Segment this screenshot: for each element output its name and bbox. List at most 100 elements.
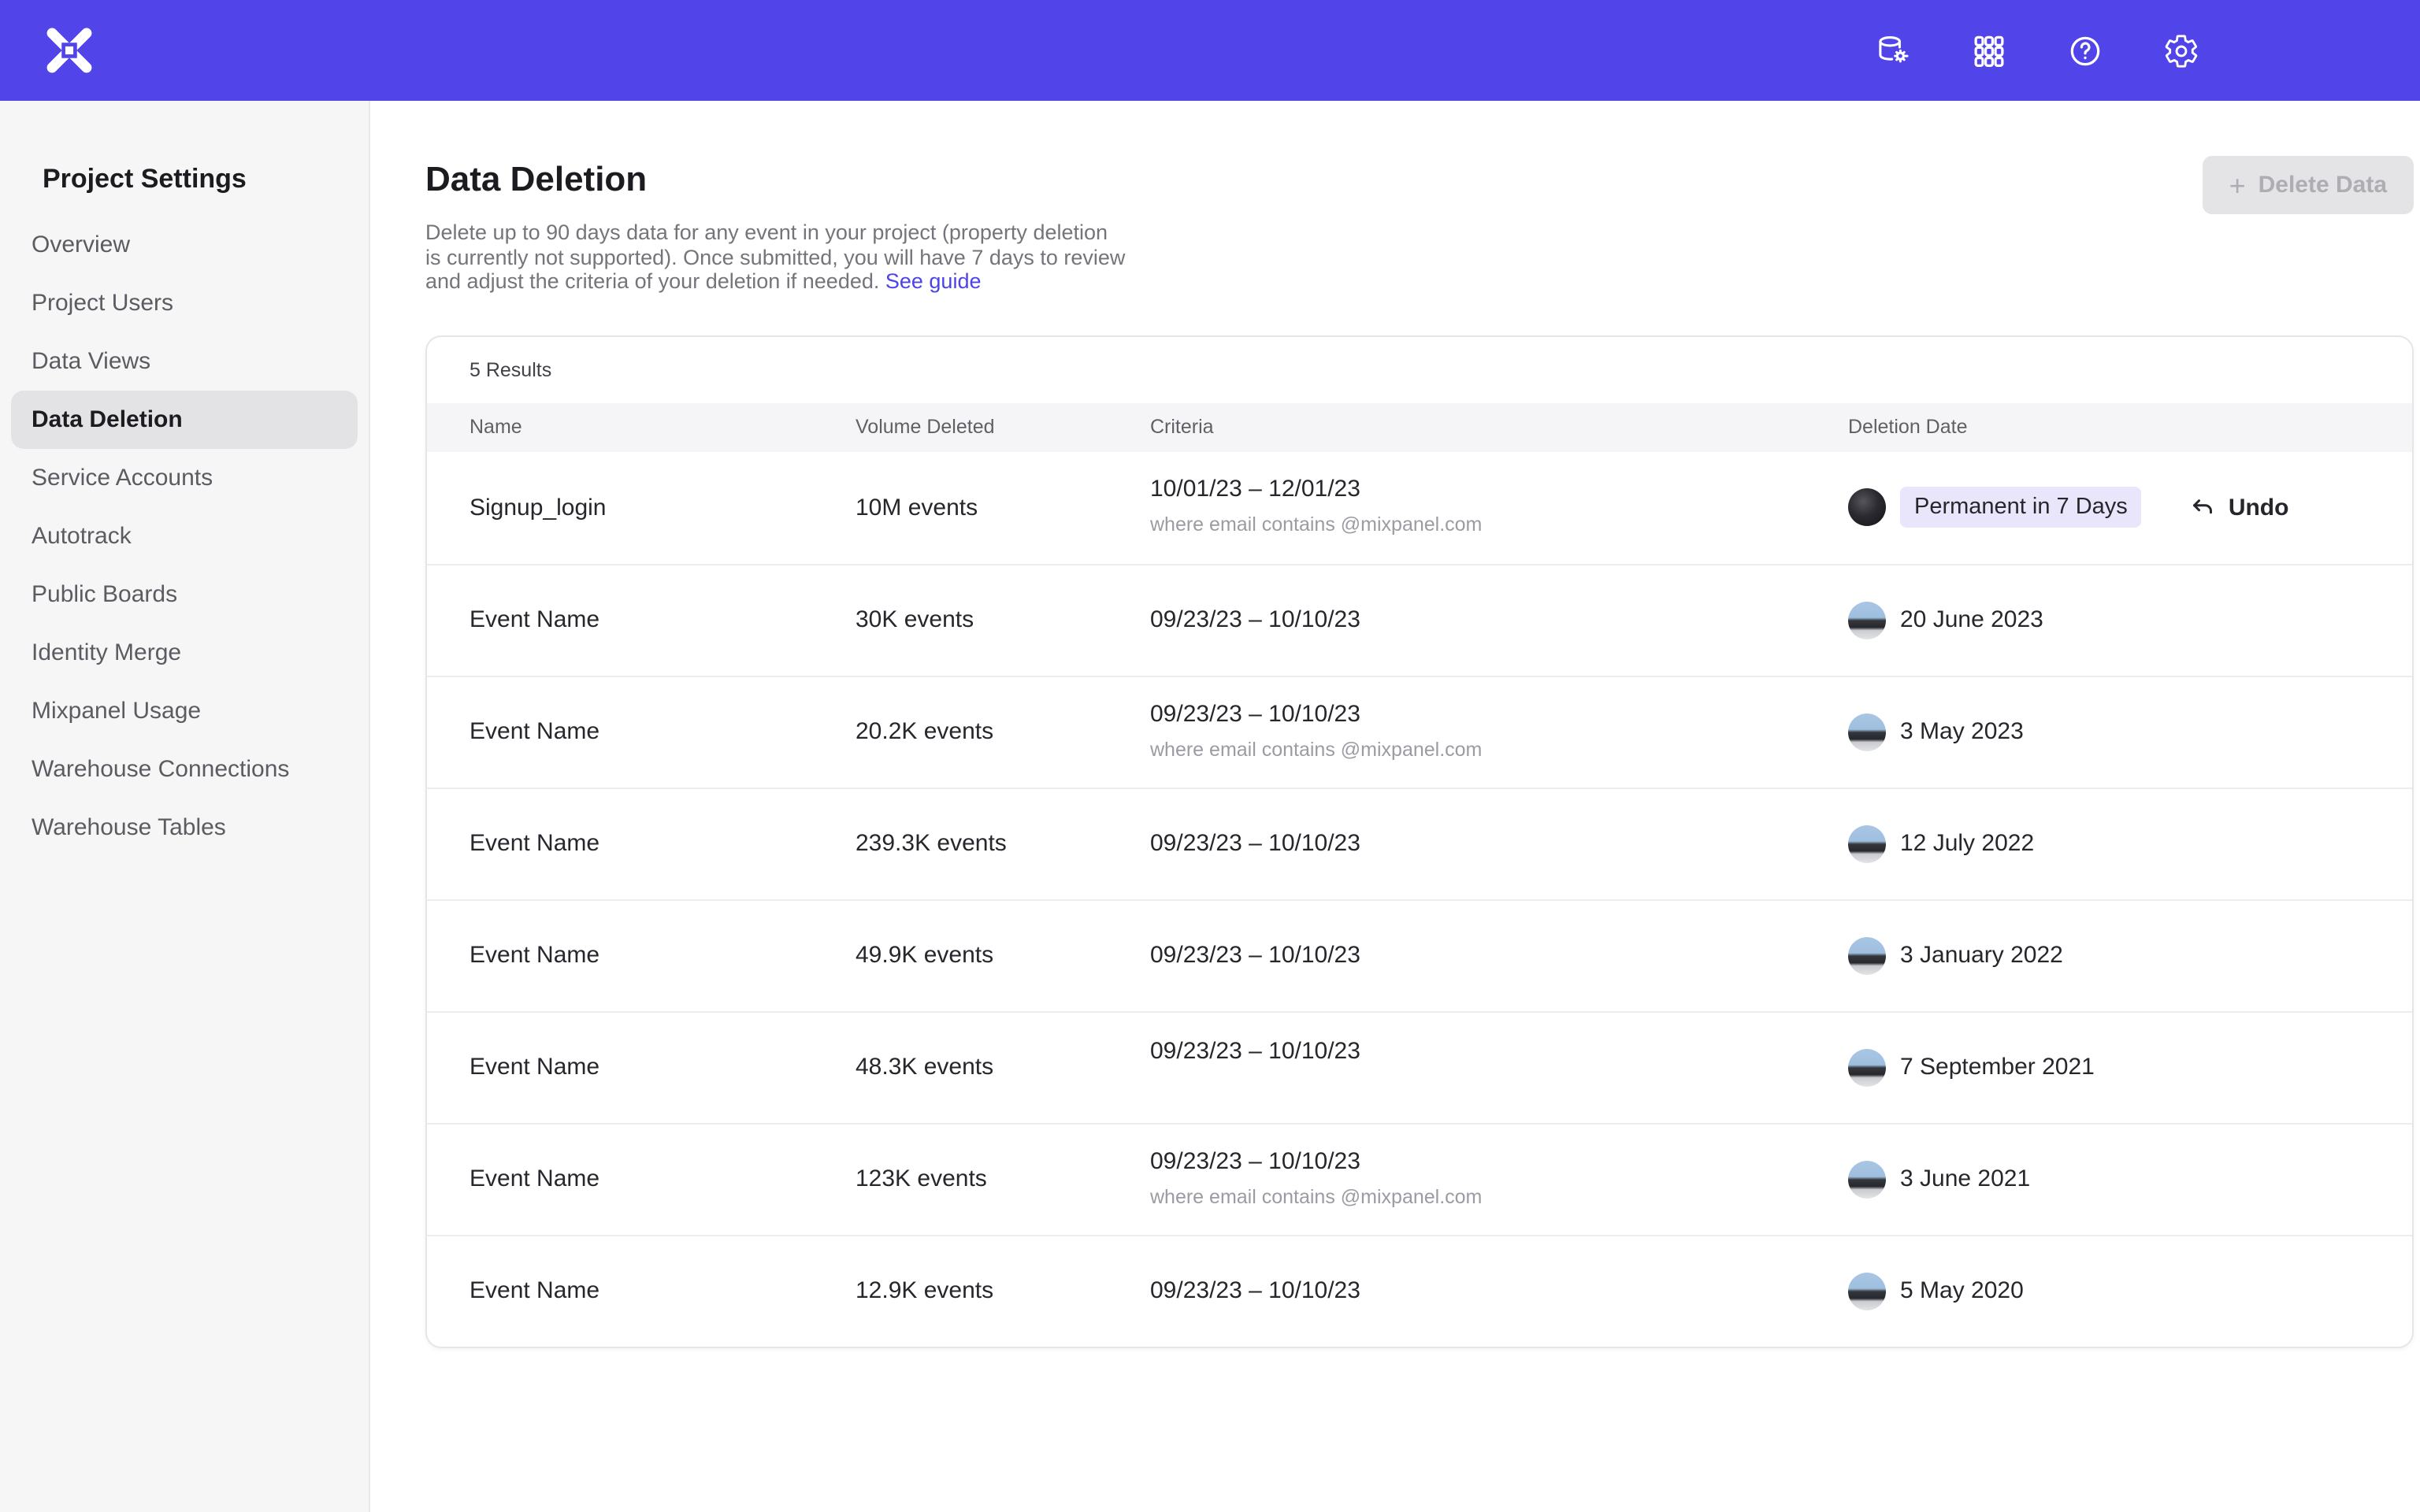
event-name-cell: Event Name <box>470 1054 856 1080</box>
criteria-date-range: 09/23/23 – 10/10/23 <box>1150 829 1848 858</box>
user-avatar <box>1848 713 1886 750</box>
volume-deleted-cell: 20.2K events <box>856 718 1150 745</box>
plus-icon: + <box>2229 171 2246 199</box>
table-row: Event Name49.9K events09/23/23 – 10/10/2… <box>427 899 2412 1010</box>
table-row: Event Name123K events09/23/23 – 10/10/23… <box>427 1122 2412 1234</box>
sidebar-item-service-accounts[interactable]: Service Accounts <box>11 449 358 507</box>
deletion-date-text: 3 May 2023 <box>1900 718 2024 745</box>
criteria-date-range: 10/01/23 – 12/01/23 <box>1150 476 1848 504</box>
criteria-cell: 09/23/23 – 10/10/23where email contains … <box>1150 1147 1848 1210</box>
criteria-cell: 09/23/23 – 10/10/23 <box>1150 941 1848 969</box>
delete-data-button[interactable]: + Delete Data <box>2203 156 2414 214</box>
column-header-name: Name <box>470 416 856 438</box>
table-row: Event Name239.3K events09/23/23 – 10/10/… <box>427 787 2412 899</box>
volume-deleted-cell: 48.3K events <box>856 1054 1150 1080</box>
user-avatar <box>1848 936 1886 974</box>
see-guide-link[interactable]: See guide <box>885 269 982 293</box>
deletion-date-cell: 20 June 2023 <box>1848 601 2412 639</box>
column-header-criteria: Criteria <box>1150 416 1848 438</box>
user-avatar <box>1848 601 1886 639</box>
criteria-cell: 09/23/23 – 10/10/23 <box>1150 829 1848 858</box>
data-management-button[interactable] <box>1864 22 1921 79</box>
user-avatar <box>1848 488 1886 526</box>
table-header-row: NameVolume DeletedCriteriaDeletion Date <box>427 402 2412 451</box>
criteria-cell: 09/23/23 – 10/10/23where email contains … <box>1150 700 1848 763</box>
topbar <box>0 0 2420 101</box>
user-avatar <box>1848 825 1886 862</box>
sidebar-item-autotrack[interactable]: Autotrack <box>11 507 358 565</box>
sidebar-item-public-boards[interactable]: Public Boards <box>11 565 358 624</box>
data-management-icon <box>1874 32 1910 69</box>
table-row: Event Name20.2K events09/23/23 – 10/10/2… <box>427 675 2412 787</box>
deletion-date-cell: 3 January 2022 <box>1848 936 2412 974</box>
criteria-date-range: 09/23/23 – 10/10/23 <box>1150 1277 1848 1305</box>
mixpanel-logo[interactable] <box>43 24 96 77</box>
app-window: Project Settings OverviewProject UsersDa… <box>0 0 2420 1512</box>
sidebar-item-warehouse-tables[interactable]: Warehouse Tables <box>11 799 358 857</box>
delete-data-button-label: Delete Data <box>2259 172 2387 198</box>
user-avatar <box>1848 1272 1886 1310</box>
page-header: Data Deletion Delete up to 90 days data … <box>425 101 2414 294</box>
page-title: Data Deletion <box>425 159 2414 200</box>
table-body: Signup_login10M events10/01/23 – 12/01/2… <box>427 451 2412 1346</box>
event-name-cell: Event Name <box>470 1166 856 1192</box>
main-content: Data Deletion Delete up to 90 days data … <box>370 101 2420 1347</box>
criteria-filter-text <box>1150 1073 1848 1096</box>
event-name-cell: Event Name <box>470 830 856 857</box>
volume-deleted-cell: 239.3K events <box>856 830 1150 857</box>
sidebar-item-mixpanel-usage[interactable]: Mixpanel Usage <box>11 682 358 740</box>
deletion-date-cell: 12 July 2022 <box>1848 825 2412 862</box>
deletion-date-cell: 3 June 2021 <box>1848 1160 2412 1198</box>
sidebar-item-warehouse-connections[interactable]: Warehouse Connections <box>11 740 358 799</box>
volume-deleted-cell: 10M events <box>856 494 1150 521</box>
sidebar-list: OverviewProject UsersData ViewsData Dele… <box>0 216 369 857</box>
results-count: 5 Results <box>470 358 551 380</box>
undo-label: Undo <box>2229 494 2289 521</box>
deletion-date-text: 7 September 2021 <box>1900 1054 2095 1080</box>
deletion-date-cell: 5 May 2020 <box>1848 1272 2412 1310</box>
table-row: Event Name48.3K events09/23/23 – 10/10/2… <box>427 1010 2412 1122</box>
results-bar: 5 Results <box>427 336 2412 402</box>
settings-icon <box>2162 32 2199 69</box>
sidebar-item-data-deletion[interactable]: Data Deletion <box>11 391 358 449</box>
undo-button[interactable]: Undo <box>2189 493 2289 521</box>
deletion-date-text: 5 May 2020 <box>1900 1277 2024 1304</box>
deletion-date-cell: 3 May 2023 <box>1848 713 2412 750</box>
event-name-cell: Event Name <box>470 1277 856 1304</box>
column-header-volume-deleted: Volume Deleted <box>856 416 1150 438</box>
topbar-icons <box>1864 22 2209 79</box>
sidebar-item-project-users[interactable]: Project Users <box>11 274 358 332</box>
event-name-cell: Event Name <box>470 718 856 745</box>
deletion-date-text: 3 June 2021 <box>1900 1166 2030 1192</box>
event-name-cell: Signup_login <box>470 494 856 521</box>
apps-grid-icon <box>1970 32 2006 69</box>
criteria-filter-text: where email contains @mixpanel.com <box>1150 1182 1848 1210</box>
volume-deleted-cell: 49.9K events <box>856 942 1150 969</box>
deletion-date-text: 3 January 2022 <box>1900 942 2063 969</box>
table-row: Signup_login10M events10/01/23 – 12/01/2… <box>427 451 2412 563</box>
page-description-text: Delete up to 90 days data for any event … <box>425 220 1125 293</box>
criteria-date-range: 09/23/23 – 10/10/23 <box>1150 606 1848 634</box>
sidebar-item-identity-merge[interactable]: Identity Merge <box>11 624 358 682</box>
settings-button[interactable] <box>2152 22 2209 79</box>
mixpanel-x-icon <box>46 27 93 74</box>
apps-grid-button[interactable] <box>1960 22 2017 79</box>
criteria-filter-text: where email contains @mixpanel.com <box>1150 510 1848 539</box>
criteria-date-range: 09/23/23 – 10/10/23 <box>1150 941 1848 969</box>
sidebar-item-data-views[interactable]: Data Views <box>11 332 358 391</box>
event-name-cell: Event Name <box>470 606 856 633</box>
help-button[interactable] <box>2056 22 2113 79</box>
project-settings-sidebar: Project Settings OverviewProject UsersDa… <box>0 101 370 1512</box>
volume-deleted-cell: 30K events <box>856 606 1150 633</box>
sidebar-title: Project Settings <box>43 164 369 195</box>
page-description: Delete up to 90 days data for any event … <box>425 220 1128 294</box>
table-row: Event Name12.9K events09/23/23 – 10/10/2… <box>427 1234 2412 1346</box>
event-name-cell: Event Name <box>470 942 856 969</box>
table-row: Event Name30K events09/23/23 – 10/10/232… <box>427 563 2412 675</box>
volume-deleted-cell: 123K events <box>856 1166 1150 1192</box>
criteria-date-range: 09/23/23 – 10/10/23 <box>1150 1038 1848 1066</box>
column-header-deletion-date: Deletion Date <box>1848 416 2412 438</box>
criteria-filter-text: where email contains @mixpanel.com <box>1150 735 1848 763</box>
sidebar-item-overview[interactable]: Overview <box>11 216 358 274</box>
criteria-cell: 10/01/23 – 12/01/23 where email contains … <box>1150 476 1848 539</box>
